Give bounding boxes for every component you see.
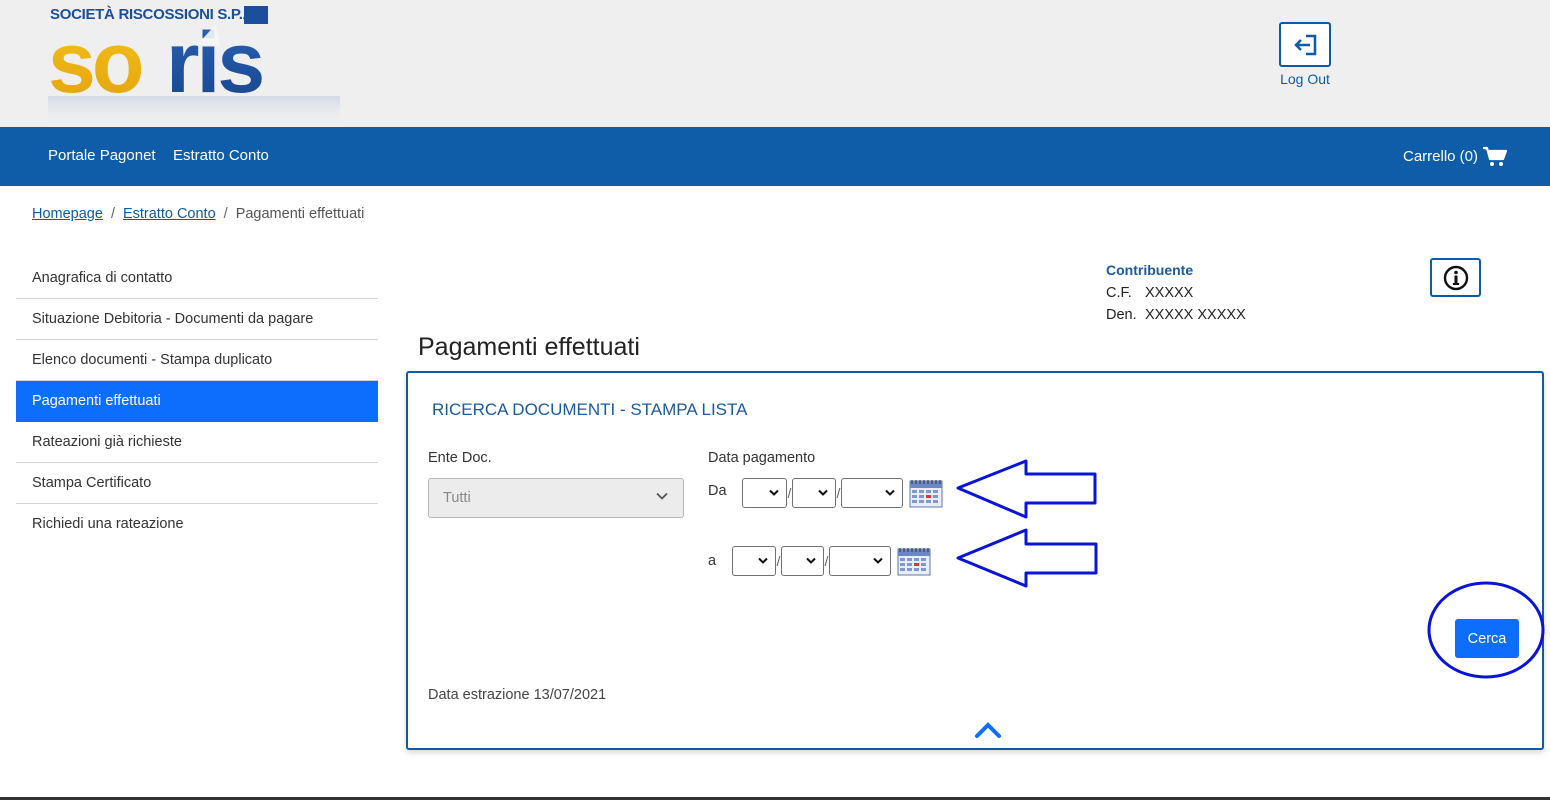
sidebar-item-elenco-documenti[interactable]: Elenco documenti - Stampa duplicato (16, 340, 378, 381)
cf-label: C.F. (1106, 285, 1132, 301)
date-from-group: / / (742, 478, 943, 508)
breadcrumb-homepage[interactable]: Homepage (32, 206, 103, 222)
sidebar-item-rateazioni[interactable]: Rateazioni già richieste (16, 422, 378, 463)
sidebar-item-stampa-certificato[interactable]: Stampa Certificato (16, 463, 378, 504)
cf-value: XXXXX (1145, 285, 1194, 301)
chevron-down-icon (758, 557, 768, 564)
search-panel-title: RICERCA DOCUMENTI - STAMPA LISTA (432, 400, 748, 419)
den-value: XXXXX XXXXX (1145, 307, 1246, 323)
chevron-down-icon (656, 492, 668, 500)
info-icon (1443, 265, 1468, 290)
date-to-day-select[interactable] (732, 546, 776, 576)
date-to-group: / / (732, 546, 931, 576)
nav-estratto-conto[interactable]: Estratto Conto (173, 147, 269, 164)
breadcrumb-current: Pagamenti effettuati (235, 206, 365, 222)
date-from-day-select[interactable] (742, 478, 787, 508)
main-navbar: Portale Pagonet Estratto Conto Carrello … (0, 127, 1550, 186)
logo-reflection (48, 96, 340, 126)
calendar-from-icon[interactable] (909, 478, 943, 508)
logo-caption: SOCIETÀ RISCOSSIONI S.P.A. (50, 6, 257, 23)
chevron-up-icon[interactable] (974, 721, 1002, 739)
den-label: Den. (1106, 307, 1137, 323)
cart-link[interactable]: Carrello (0) (1403, 145, 1508, 167)
logout-icon (1294, 34, 1317, 55)
ente-doc-value: Tutti (443, 490, 471, 506)
logout-label[interactable]: Log Out (1270, 71, 1340, 87)
chevron-down-icon (885, 489, 895, 496)
site-header: so ris SOCIETÀ RISCOSSIONI S.P.A. Log Ou… (0, 0, 1550, 127)
breadcrumb-separator: / (223, 206, 228, 222)
date-from-year-select[interactable] (841, 478, 903, 508)
calendar-to-icon[interactable] (897, 546, 931, 576)
sidebar-item-situazione-debitoria[interactable]: Situazione Debitoria - Documenti da paga… (16, 299, 378, 340)
data-pagamento-label: Data pagamento (708, 450, 816, 466)
cart-icon[interactable] (1482, 145, 1508, 167)
soris-logo[interactable]: so ris SOCIETÀ RISCOSSIONI S.P.A. (48, 4, 340, 126)
page-title: Pagamenti effettuati (418, 333, 640, 361)
logout-button[interactable]: Log Out (1270, 22, 1340, 92)
chevron-down-icon (818, 489, 828, 496)
cart-label[interactable]: Carrello (0) (1403, 148, 1478, 165)
contribuente-cf: C.F. XXXXX (1106, 285, 1246, 301)
info-button[interactable] (1430, 258, 1481, 297)
sidebar-menu: Anagrafica di contatto Situazione Debito… (16, 258, 378, 545)
date-from-label: Da (708, 483, 727, 499)
logout-icon-box[interactable] (1279, 22, 1331, 67)
breadcrumb-estratto-conto[interactable]: Estratto Conto (123, 206, 216, 222)
sidebar-item-anagrafica[interactable]: Anagrafica di contatto (16, 258, 378, 299)
date-to-month-select[interactable] (781, 546, 824, 576)
ente-doc-label: Ente Doc. (428, 450, 492, 466)
nav-portale-pagonet[interactable]: Portale Pagonet (48, 147, 156, 164)
search-button[interactable]: Cerca (1455, 619, 1519, 658)
date-to-label: a (708, 553, 717, 569)
extraction-date: Data estrazione 13/07/2021 (428, 687, 607, 703)
sidebar-item-pagamenti-effettuati[interactable]: Pagamenti effettuati (16, 381, 378, 422)
date-from-month-select[interactable] (792, 478, 836, 508)
contribuente-title: Contribuente (1106, 262, 1194, 278)
chevron-down-icon (769, 489, 779, 496)
ente-doc-select[interactable]: Tutti (428, 478, 684, 518)
contribuente-box: Contribuente C.F. XXXXX Den. XXXXX XXXXX (1106, 262, 1246, 329)
contribuente-den: Den. XXXXX XXXXX (1106, 307, 1246, 323)
breadcrumb: Homepage / Estratto Conto / Pagamenti effett… (32, 206, 364, 222)
chevron-down-icon (873, 557, 883, 564)
chevron-down-icon (806, 557, 816, 564)
date-to-year-select[interactable] (829, 546, 891, 576)
sidebar-item-richiedi-rateazione[interactable]: Richiedi una rateazione (16, 504, 378, 545)
search-panel: RICERCA DOCUMENTI - STAMPA LISTA Ente Do… (406, 371, 1544, 750)
breadcrumb-separator: / (110, 206, 115, 222)
